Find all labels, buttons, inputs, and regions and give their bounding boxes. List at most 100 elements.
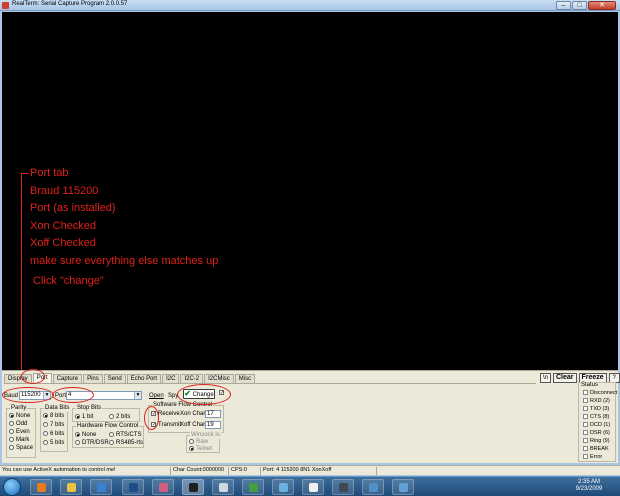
winsock-title: Winsock is: — [190, 431, 223, 439]
hw-flow-option[interactable]: RTS/CTS — [109, 432, 142, 439]
note-line: Xoff Checked — [30, 237, 96, 249]
firefox-icon[interactable] — [30, 479, 52, 495]
maximize-button[interactable]: □ — [572, 1, 587, 10]
radio-icon — [109, 440, 114, 445]
winsock-option[interactable]: Telnet — [189, 446, 212, 453]
led-icon — [583, 446, 588, 452]
stop-bits-title: Stop Bits — [76, 404, 103, 412]
statusbar-hint: You can use ActiveX automation to contro… — [2, 467, 116, 473]
control-panel: Display Port Capture Pins Send Echo Port… — [2, 369, 620, 463]
status-item-error: Error — [583, 454, 602, 460]
annotation-circle-port-tab — [21, 369, 45, 384]
status-title: Status — [581, 382, 599, 389]
data-bits-option[interactable]: 6 bits — [43, 431, 64, 438]
folder-icon[interactable] — [60, 479, 82, 495]
data-bits-option[interactable]: 5 bits — [43, 440, 64, 447]
minimize-button[interactable]: – — [556, 1, 571, 10]
led-icon — [583, 414, 588, 420]
annotation-circle-change — [177, 384, 231, 405]
status-item-dsr: DSR (6) — [583, 430, 610, 436]
winsock-group: Winsock is: Raw Telnet — [186, 431, 223, 453]
note-line: Port (as installed) — [30, 202, 116, 214]
note-line: make sure everything else matches up — [30, 254, 219, 267]
note-click-line: Click "change" — [33, 275, 104, 287]
tab-divider — [4, 383, 536, 384]
stop-bits-option[interactable]: 2 bits — [109, 414, 130, 421]
radio-icon — [43, 431, 48, 436]
photoshop-icon[interactable] — [122, 479, 144, 495]
clear-button[interactable]: Clear — [553, 373, 577, 383]
led-icon — [583, 406, 588, 412]
stop-bits-option[interactable]: 1 bit — [75, 414, 93, 421]
network-icon[interactable] — [392, 479, 414, 495]
parity-option[interactable]: Even — [9, 429, 30, 436]
xon-input[interactable]: 17 — [205, 410, 221, 418]
status-item-dcd: DCD (1) — [583, 422, 610, 428]
xoff-input[interactable]: 19 — [205, 421, 221, 429]
annotation-circle-xon-xoff — [144, 406, 159, 430]
paint-icon[interactable] — [152, 479, 174, 495]
hw-flow-option[interactable]: None — [75, 432, 96, 439]
led-icon — [583, 454, 588, 460]
parity-option[interactable]: None — [9, 413, 30, 420]
hw-flow-title: Hardware Flow Control — [76, 422, 140, 430]
radio-icon — [9, 413, 14, 418]
led-icon — [583, 430, 588, 436]
data-bits-option[interactable]: 8 bits — [43, 413, 64, 420]
clock[interactable]: 2:35 AM 9/23/2009 — [560, 479, 618, 495]
hw-flow-group: Hardware Flow Control None RTS/CTS DTR/D… — [72, 422, 144, 448]
clock-time: 2:35 AM — [577, 479, 600, 485]
window-title: RealTerm: Serial Capture Program 2.0.0.5… — [12, 1, 128, 7]
annotation-bracket — [21, 173, 22, 370]
radio-icon — [9, 437, 14, 442]
chart-icon[interactable] — [272, 479, 294, 495]
realterm-icon[interactable] — [182, 479, 204, 495]
start-button[interactable] — [3, 478, 21, 496]
parity-option[interactable]: Space — [9, 445, 33, 452]
radio-icon — [75, 440, 80, 445]
hw-flow-option[interactable]: RS485-rts — [109, 440, 143, 447]
status-item-cts: CTS (8) — [583, 414, 609, 420]
radio-icon — [43, 440, 48, 445]
terminal-icon[interactable] — [332, 479, 354, 495]
radio-icon — [75, 414, 80, 419]
statusbar-empty — [376, 467, 620, 475]
tool-icon[interactable] — [242, 479, 264, 495]
open-button[interactable]: Open — [149, 392, 164, 400]
explorer-icon[interactable] — [362, 479, 384, 495]
parity-group: Parity None Odd Even Mark Space — [6, 404, 36, 458]
radio-icon — [9, 421, 14, 426]
led-icon — [583, 390, 588, 396]
statusbar-cps: CPS:0 — [228, 467, 260, 475]
led-icon — [583, 398, 588, 404]
notepad-icon[interactable] — [212, 479, 234, 495]
data-bits-title: Data Bits — [44, 404, 71, 412]
status-bar: You can use ActiveX automation to contro… — [0, 465, 620, 475]
media-player-icon[interactable] — [90, 479, 112, 495]
title-bar: RealTerm: Serial Capture Program 2.0.0.5… — [0, 0, 620, 11]
parity-option[interactable]: Mark — [9, 437, 29, 444]
status-item-rxd: RXD (2) — [583, 398, 610, 404]
newline-button[interactable]: \n — [540, 373, 551, 383]
radio-icon — [9, 429, 14, 434]
radio-icon — [189, 439, 194, 444]
parity-title: Parity — [10, 404, 28, 412]
status-item-txd: TXD (3) — [583, 406, 609, 412]
app-icon — [2, 2, 9, 9]
radio-icon — [109, 432, 114, 437]
hw-flow-option[interactable]: DTR/DSR — [75, 440, 109, 447]
radio-icon — [75, 432, 80, 437]
rockstar-icon[interactable] — [302, 479, 324, 495]
clock-date: 9/23/2009 — [575, 486, 603, 492]
parity-option[interactable]: Odd — [9, 421, 27, 428]
data-bits-option[interactable]: 7 bits — [43, 422, 64, 429]
status-item-ring: Ring (9) — [583, 438, 610, 444]
data-bits-group: Data Bits 8 bits 7 bits 6 bits 5 bits — [40, 404, 71, 452]
annotation-note: Port tab Braud 115200 Port (as installed… — [30, 165, 218, 291]
close-button[interactable]: ✕ — [588, 1, 616, 10]
note-line: Port tab — [30, 167, 69, 179]
annotation-bracket-tick — [21, 173, 29, 174]
led-icon — [583, 422, 588, 428]
taskbar: 2:35 AM 9/23/2009 — [0, 476, 620, 496]
statusbar-char-count: Char Count:0000000 — [170, 467, 228, 475]
